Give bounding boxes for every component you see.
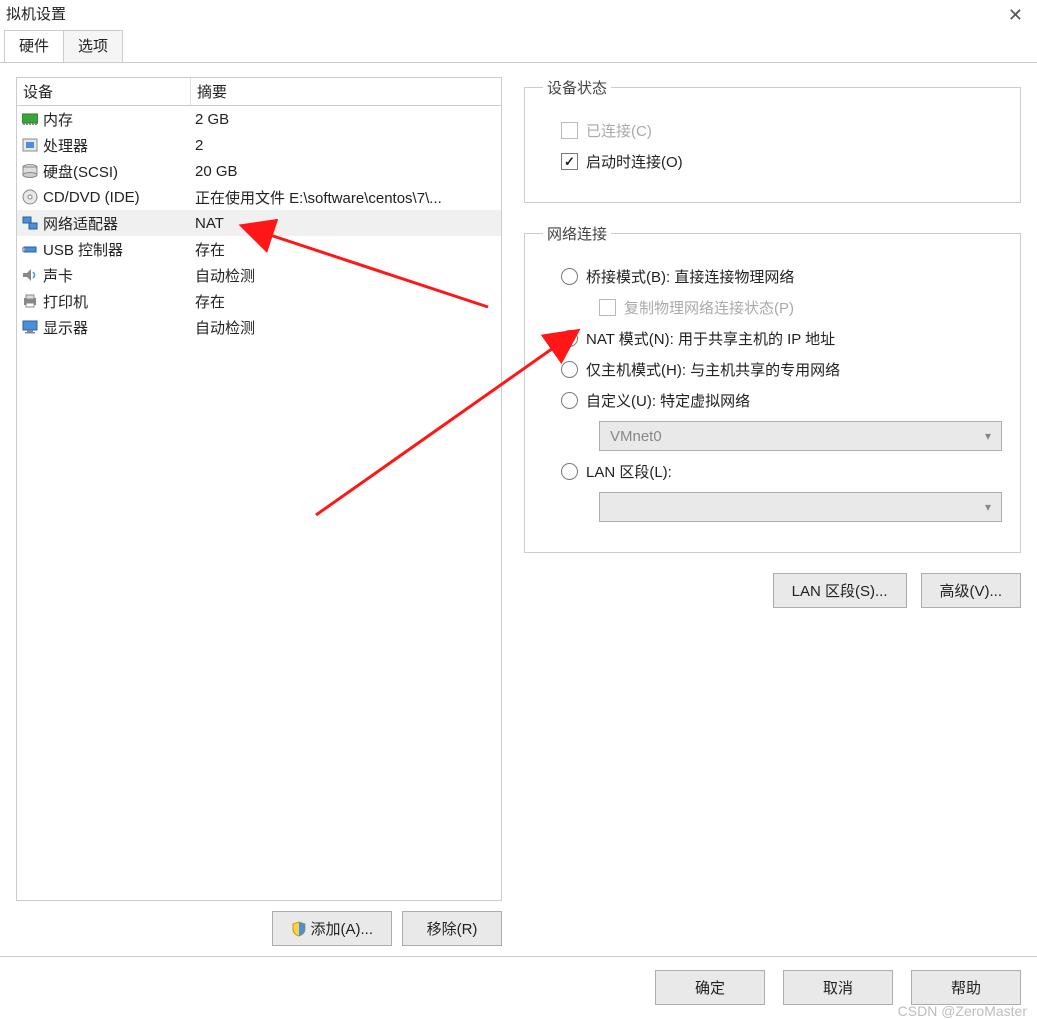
list-item[interactable]: CD/DVD (IDE) 正在使用文件 E:\software\centos\7… — [17, 184, 501, 210]
add-button[interactable]: 添加(A)... — [272, 911, 393, 946]
replicate-label: 复制物理网络连接状态(P) — [624, 297, 794, 318]
tab-bar: 硬件 选项 — [0, 30, 1037, 63]
list-item[interactable]: 声卡 自动检测 — [17, 262, 501, 288]
list-item[interactable]: 硬盘(SCSI) 20 GB — [17, 158, 501, 184]
device-list: 设备 摘要 内存 2 GB 处理器 2 硬盘(SCSI) 20 GB CD/D — [16, 77, 502, 901]
hostonly-label: 仅主机模式(H): 与主机共享的专用网络 — [586, 359, 840, 380]
col-header-device: 设备 — [17, 78, 191, 106]
remove-button[interactable]: 移除(R) — [402, 911, 502, 946]
display-icon — [21, 319, 39, 335]
cancel-button[interactable]: 取消 — [783, 970, 893, 1005]
nat-radio[interactable] — [561, 330, 578, 347]
bridge-radio[interactable] — [561, 268, 578, 285]
connected-label: 已连接(C) — [586, 120, 652, 141]
network-icon — [21, 215, 39, 231]
connect-on-start-checkbox[interactable] — [561, 153, 578, 170]
window-title: 拟机设置 — [6, 6, 66, 23]
device-list-header: 设备 摘要 — [17, 78, 501, 106]
dialog-footer: 确定 取消 帮助 — [655, 970, 1021, 1005]
sound-icon — [21, 267, 39, 283]
chevron-down-icon: ▾ — [985, 429, 991, 443]
chevron-down-icon: ▾ — [985, 500, 991, 514]
tab-hardware[interactable]: 硬件 — [4, 30, 64, 62]
bridge-label: 桥接模式(B): 直接连接物理网络 — [586, 266, 794, 287]
list-item[interactable]: 内存 2 GB — [17, 106, 501, 132]
list-item[interactable]: 显示器 自动检测 — [17, 314, 501, 340]
cpu-icon — [21, 137, 39, 153]
nat-label: NAT 模式(N): 用于共享主机的 IP 地址 — [586, 328, 835, 349]
connect-on-start-label: 启动时连接(O) — [586, 151, 683, 172]
cd-icon — [21, 189, 39, 205]
col-header-summary: 摘要 — [191, 78, 501, 106]
ok-button[interactable]: 确定 — [655, 970, 765, 1005]
tab-options[interactable]: 选项 — [63, 30, 123, 62]
close-icon[interactable]: ✕ — [1008, 0, 1023, 30]
list-item[interactable]: 网络适配器 NAT — [17, 210, 501, 236]
device-status-group: 设备状态 已连接(C) 启动时连接(O) — [524, 77, 1021, 203]
custom-radio[interactable] — [561, 392, 578, 409]
advanced-button[interactable]: 高级(V)... — [921, 573, 1022, 608]
connected-checkbox — [561, 122, 578, 139]
help-button[interactable]: 帮助 — [911, 970, 1021, 1005]
shield-icon — [291, 921, 307, 937]
list-item[interactable]: 处理器 2 — [17, 132, 501, 158]
lan-radio[interactable] — [561, 463, 578, 480]
titlebar: 拟机设置 ✕ — [0, 0, 1037, 30]
memory-icon — [21, 111, 39, 127]
printer-icon — [21, 293, 39, 309]
list-item[interactable]: 打印机 存在 — [17, 288, 501, 314]
lan-label: LAN 区段(L): — [586, 461, 672, 482]
lan-segment-select: ▾ — [599, 492, 1002, 522]
lan-segments-button[interactable]: LAN 区段(S)... — [773, 573, 907, 608]
hostonly-radio[interactable] — [561, 361, 578, 378]
list-item[interactable]: USB 控制器 存在 — [17, 236, 501, 262]
custom-label: 自定义(U): 特定虚拟网络 — [586, 390, 750, 411]
usb-icon — [21, 241, 39, 257]
network-connection-group: 网络连接 桥接模式(B): 直接连接物理网络 复制物理网络连接状态(P) NAT… — [524, 223, 1021, 553]
hdd-icon — [21, 163, 39, 179]
custom-network-select: VMnet0 ▾ — [599, 421, 1002, 451]
replicate-checkbox — [599, 299, 616, 316]
group-legend: 网络连接 — [543, 223, 611, 244]
group-legend: 设备状态 — [543, 77, 611, 98]
